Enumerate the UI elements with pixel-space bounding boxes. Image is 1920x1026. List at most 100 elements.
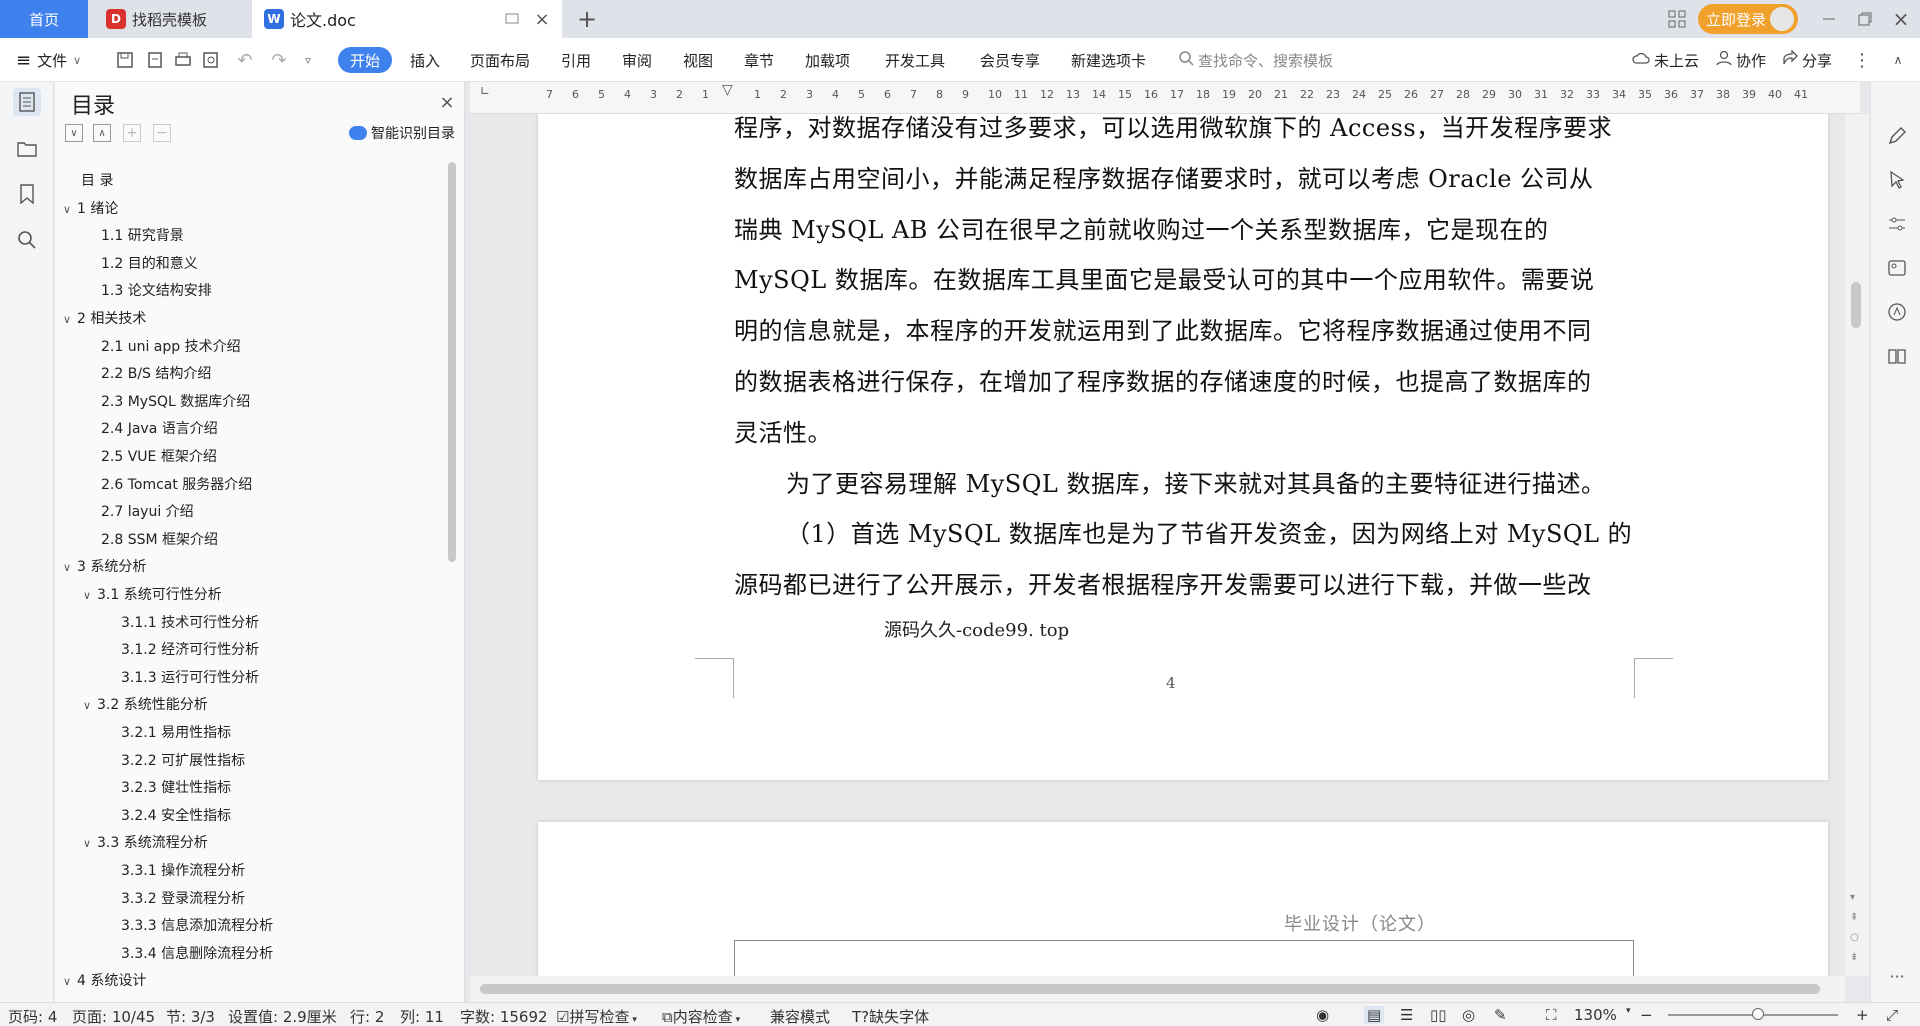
menu-new-tab[interactable]: 新建选项卡: [1071, 38, 1146, 82]
grid-apps-icon[interactable]: [1664, 6, 1690, 32]
book-reader-icon[interactable]: [1883, 342, 1911, 370]
menu-addons[interactable]: 加载项: [805, 38, 850, 82]
zoom-slider-thumb[interactable]: [1752, 1008, 1764, 1020]
toc-item[interactable]: 3.1.2 经济可行性分析: [121, 639, 259, 659]
reading-view-icon[interactable]: ▯▯: [1430, 1006, 1447, 1024]
horizontal-scroll-thumb[interactable]: [480, 984, 1820, 994]
web-view-icon[interactable]: ◎: [1462, 1006, 1475, 1024]
undo-icon[interactable]: ↶: [230, 49, 260, 71]
vertical-scroll-thumb[interactable]: [1851, 282, 1861, 328]
spell-check-button[interactable]: ☑拼写检查 ▾: [556, 1006, 637, 1026]
toc-item[interactable]: ∨ 4 系统设计: [63, 970, 146, 990]
toc-item[interactable]: 3.3.1 操作流程分析: [121, 860, 245, 880]
toc-item[interactable]: 目 录: [81, 170, 113, 190]
toc-item[interactable]: 3.3.3 信息添加流程分析: [121, 915, 273, 935]
chevron-down-icon[interactable]: ∨: [63, 203, 77, 216]
write-mode-icon[interactable]: ✎: [1494, 1006, 1507, 1024]
toc-item[interactable]: 2.4 Java 语言介绍: [101, 418, 218, 438]
chapter-nav-icon[interactable]: [13, 134, 41, 162]
status-words[interactable]: 字数: 15692: [460, 1006, 548, 1026]
fullscreen-icon[interactable]: ⤢: [1886, 1006, 1898, 1024]
vertical-scrollbar[interactable]: ▾ ⇞ ○ ⇟: [1845, 114, 1869, 976]
restore-icon[interactable]: [1852, 6, 1878, 32]
collapse-all-icon[interactable]: ∧: [93, 124, 111, 142]
chevron-down-icon[interactable]: ∨: [83, 837, 97, 850]
content-check-button[interactable]: ⧉内容检查 ▾: [662, 1006, 740, 1026]
print-preview-icon[interactable]: [200, 49, 222, 71]
cloud-status[interactable]: 未上云: [1632, 38, 1699, 82]
chevron-down-icon[interactable]: ∨: [63, 313, 77, 326]
quick-access-dropdown-icon[interactable]: ▿: [300, 49, 316, 71]
menu-chapter[interactable]: 章节: [744, 38, 774, 82]
menu-reference[interactable]: 引用: [561, 38, 591, 82]
menu-page-layout[interactable]: 页面布局: [470, 38, 530, 82]
close-tab-icon[interactable]: ×: [532, 9, 552, 30]
chevron-down-icon[interactable]: ∨: [63, 561, 77, 574]
adjust-slider-icon[interactable]: [1883, 210, 1911, 238]
file-menu[interactable]: ≡ 文件 ∨: [16, 38, 81, 82]
new-tab-button[interactable]: +: [572, 4, 602, 34]
float-window-icon[interactable]: [502, 9, 522, 29]
zoom-out-icon[interactable]: −: [1640, 1006, 1653, 1024]
find-icon[interactable]: [13, 226, 41, 254]
toc-item[interactable]: ∨ 3.3 系统流程分析: [83, 832, 208, 852]
toc-item[interactable]: 3.1.3 运行可行性分析: [121, 667, 259, 687]
toc-item[interactable]: 3.1.1 技术可行性分析: [121, 612, 259, 632]
toc-panel-icon[interactable]: [13, 88, 41, 116]
chevron-down-icon[interactable]: ∨: [63, 975, 77, 988]
toc-item[interactable]: ∨ 1 绪论: [63, 198, 118, 218]
cursor-select-icon[interactable]: [1883, 166, 1911, 194]
indent-marker-icon[interactable]: ▽: [722, 82, 733, 98]
status-pages[interactable]: 页面: 10/45: [72, 1006, 155, 1026]
bookmark-icon[interactable]: [13, 180, 41, 208]
zoom-level[interactable]: 130%: [1574, 1006, 1617, 1024]
menu-insert[interactable]: 插入: [410, 38, 440, 82]
add-heading-icon[interactable]: +: [123, 124, 141, 142]
collapse-ribbon-icon[interactable]: ∧: [1888, 49, 1908, 71]
page-view-icon[interactable]: ▤: [1364, 1006, 1385, 1024]
toc-item[interactable]: 2.3 MySQL 数据库介绍: [101, 391, 250, 411]
chevron-down-icon[interactable]: ▾: [1626, 1006, 1631, 1016]
horizontal-scrollbar[interactable]: [470, 976, 1845, 1002]
menu-review[interactable]: 审阅: [622, 38, 652, 82]
close-panel-icon[interactable]: ×: [437, 92, 457, 113]
tab-template[interactable]: D 找稻壳模板: [90, 0, 250, 38]
print-icon[interactable]: [172, 49, 194, 71]
smart-toc-button[interactable]: 智能识别目录: [349, 122, 455, 144]
toc-item[interactable]: ∨ 3.1 系统可行性分析: [83, 584, 222, 604]
tab-document[interactable]: W 论文.doc ×: [252, 0, 562, 38]
collab-button[interactable]: 协作: [1716, 38, 1766, 82]
toc-item[interactable]: 2.8 SSM 框架介绍: [101, 529, 218, 549]
toc-item[interactable]: 3.2.1 易用性指标: [121, 722, 231, 742]
toc-item[interactable]: 3.3.4 信息删除流程分析: [121, 943, 273, 963]
select-browse-icon[interactable]: ○: [1850, 932, 1859, 943]
menu-start[interactable]: 开始: [338, 47, 393, 73]
tab-home[interactable]: 首页: [0, 0, 88, 38]
menu-member[interactable]: 会员专享: [980, 38, 1040, 82]
chevron-down-icon[interactable]: ∨: [83, 699, 97, 712]
next-page-icon[interactable]: ⇟: [1850, 952, 1858, 963]
toc-item[interactable]: 2.6 Tomcat 服务器介绍: [101, 474, 252, 494]
toc-item[interactable]: ∨ 2 相关技术: [63, 308, 146, 328]
toc-item[interactable]: 1.3 论文结构安排: [101, 280, 212, 300]
command-search[interactable]: 查找命令、搜索模板: [1178, 38, 1333, 82]
zoom-in-icon[interactable]: +: [1856, 1006, 1869, 1024]
more-vertical-icon[interactable]: ⋮: [1852, 49, 1872, 71]
login-button[interactable]: 立即登录: [1698, 4, 1798, 34]
eye-protect-icon[interactable]: ◉: [1316, 1006, 1329, 1024]
tab-stop-icon[interactable]: ∟: [480, 84, 490, 98]
more-horizontal-icon[interactable]: ···: [1883, 962, 1911, 990]
scroll-down-icon[interactable]: ▾: [1850, 892, 1855, 903]
menu-view[interactable]: 视图: [683, 38, 713, 82]
toc-item[interactable]: ∨ 3 系统分析: [63, 556, 146, 576]
outline-view-icon[interactable]: ☰: [1400, 1006, 1413, 1024]
menu-devtools[interactable]: 开发工具: [885, 38, 945, 82]
close-window-icon[interactable]: ×: [1888, 6, 1914, 32]
toc-item[interactable]: ∨ 3.2 系统性能分析: [83, 694, 208, 714]
horizontal-ruler[interactable]: ∟ 7 6 5 4 3 2 1 1 2 3 4 5 6 7 8 9 10 11 12 13 14 15 16 17 18 19 20…: [470, 82, 1860, 114]
toc-item[interactable]: 1.1 研究背景: [101, 225, 184, 245]
redo-icon[interactable]: ↷: [268, 49, 290, 71]
toc-item[interactable]: 3.2.3 健壮性指标: [121, 777, 231, 797]
minimize-icon[interactable]: [1816, 6, 1842, 32]
share-button[interactable]: 分享: [1782, 38, 1832, 82]
